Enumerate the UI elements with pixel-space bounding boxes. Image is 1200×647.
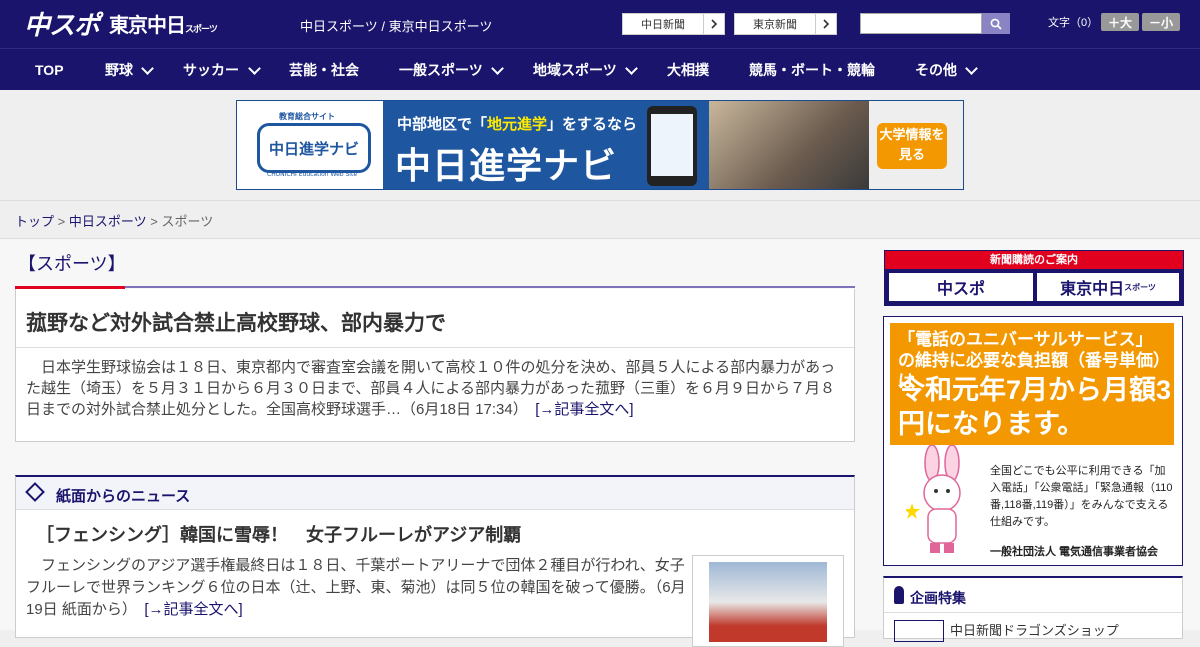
banner-logo: 中日進学ナビ — [257, 123, 371, 173]
paper-news-body: フェンシングのアジア選手権最終日は１８日、千葉ポートアリーナで団体２種目が行われ… — [26, 555, 686, 621]
font-larger-button[interactable]: ＋大 — [1101, 13, 1139, 31]
search-icon — [990, 18, 1002, 30]
ad-organization: 一般社団法人 電気通信事業者協会 — [990, 546, 1159, 558]
paper-news-headline[interactable]: ［フェンシング］韓国に雪辱！ 女子フルーレがアジア制覇 — [36, 521, 521, 547]
font-smaller-button[interactable]: －小 — [1142, 13, 1180, 31]
paper-news-box: 紙面からのニュース ［フェンシング］韓国に雪辱！ 女子フルーレがアジア制覇 フェ… — [15, 475, 855, 647]
chunichi-sports-logo[interactable]: 中スポ — [24, 5, 100, 42]
banner-title: 中日進学ナビ — [395, 145, 618, 186]
article-photo[interactable] — [692, 555, 844, 647]
subscribe-tokyo-chunichi-button[interactable]: 東京中日 スポーツ — [1037, 273, 1179, 301]
banner-tagline: 中部地区で「地元進学」をするなら — [397, 116, 638, 133]
banner-zone: 教育総合サイト 中日進学ナビ CHUNICHI Education Web Si… — [0, 90, 1200, 201]
breadcrumb-chunichi-sports[interactable]: 中日スポーツ — [69, 214, 147, 229]
ribbon-icon — [894, 586, 904, 604]
lead-article-text: 日本学生野球協会は１８日、東京都内で審査室会議を開いて高校１０件の処分を決め、部… — [26, 359, 836, 418]
chevron-down-icon — [491, 62, 504, 75]
search-box — [860, 13, 1010, 34]
read-more-link[interactable]: [→記事全文へ] — [144, 601, 242, 618]
nav-regional-sports[interactable]: 地域スポーツ — [533, 49, 617, 91]
subscription-box: 新聞購読のご案内 中スポ 東京中日 スポーツ — [884, 250, 1184, 306]
paper-news-title: 紙面からのニュース — [56, 488, 191, 505]
tokyo-shimbun-label: 東京新聞 — [753, 19, 797, 31]
dragons-shop-thumbnail[interactable] — [894, 620, 944, 642]
ad-banner-shingaku-navi[interactable]: 教育総合サイト 中日進学ナビ CHUNICHI Education Web Si… — [236, 100, 964, 190]
read-more-link[interactable]: [→記事全文へ] — [535, 401, 633, 418]
chevron-right-icon — [703, 14, 724, 34]
banner-logo-sub: CHUNICHI Education Web Site — [267, 171, 358, 178]
nav-other[interactable]: その他 — [915, 49, 957, 91]
chevron-down-icon — [625, 62, 638, 75]
lead-article-headline[interactable]: 菰野など対外試合禁止高校野球、部内暴力で — [26, 307, 446, 337]
nav-entertainment-society[interactable]: 芸能・社会 — [289, 49, 359, 91]
breadcrumb-separator: > — [150, 214, 158, 229]
chunichi-shimbun-label: 中日新聞 — [641, 19, 685, 31]
phone-image — [647, 106, 697, 186]
main-nav: TOP 野球 サッカー 芸能・社会 一般スポーツ 地域スポーツ 大相撲 競馬・ボ… — [0, 48, 1200, 91]
bunny-mascot-icon — [906, 445, 961, 553]
lead-article: 菰野など対外試合禁止高校野球、部内暴力で 日本学生野球協会は１８日、東京都内で審… — [15, 289, 855, 442]
chunichi-shimbun-link[interactable]: 中日新聞 — [622, 13, 725, 35]
breadcrumb-top[interactable]: トップ — [15, 214, 54, 229]
ad-description: 全国どこでも公平に利用できる「加入電話」「公衆電話」「緊急通報（110番,118… — [990, 465, 1173, 528]
search-button[interactable] — [982, 13, 1010, 34]
breadcrumb: トップ > 中日スポーツ > スポーツ — [15, 211, 213, 230]
tokyo-chunichi-logo[interactable]: 東京中日スポーツ — [109, 9, 218, 38]
banner-cta-button[interactable]: 大学情報を見る — [877, 123, 947, 169]
site-name: 中日スポーツ / 東京中日スポーツ — [300, 19, 493, 34]
tokyo-shimbun-link[interactable]: 東京新聞 — [734, 13, 837, 35]
chevron-down-icon — [141, 62, 154, 75]
nav-general-sports[interactable]: 一般スポーツ — [399, 49, 483, 91]
chevron-down-icon — [965, 62, 978, 75]
banner-logo-caption: 教育総合サイト — [279, 112, 335, 121]
nav-baseball[interactable]: 野球 — [105, 49, 133, 91]
ad-text-2: 令和元年7月から月額3円になります。 — [898, 375, 1172, 439]
chevron-right-icon — [815, 14, 836, 34]
nav-top[interactable]: TOP — [35, 49, 64, 91]
universal-service-ad[interactable]: 「電話のユニバーサルサービス」の維持に必要な負担額（番号単価）は 令和元年7月か… — [883, 316, 1183, 566]
divider — [884, 612, 1182, 613]
breadcrumb-current: スポーツ — [161, 214, 214, 229]
nav-soccer[interactable]: サッカー — [183, 49, 239, 91]
banner-logo-area: 教育総合サイト 中日進学ナビ CHUNICHI Education Web Si… — [237, 101, 383, 189]
search-input[interactable] — [860, 13, 982, 34]
nav-racing[interactable]: 競馬・ボート・競輪 — [749, 49, 875, 91]
special-features-title: 企画特集 — [910, 590, 966, 606]
chevron-down-icon — [248, 62, 261, 75]
subscribe-chunichi-sports-button[interactable]: 中スポ — [889, 273, 1033, 301]
page-title: 【スポーツ】 — [18, 254, 126, 274]
nav-sumo[interactable]: 大相撲 — [667, 49, 709, 91]
top-header: 中スポ 東京中日スポーツ 中日スポーツ / 東京中日スポーツ 中日新聞 東京新聞… — [0, 0, 1200, 48]
lead-article-body: 日本学生野球協会は１８日、東京都内で審査室会議を開いて高校１０件の処分を決め、部… — [26, 357, 844, 420]
title-rule — [125, 286, 855, 288]
students-photo — [709, 101, 869, 189]
subscription-title: 新聞購読のご案内 — [885, 251, 1183, 269]
divider — [16, 347, 854, 348]
banner-cta-area: 大学情報を見る — [869, 101, 963, 189]
breadcrumb-separator: > — [57, 214, 66, 229]
font-size-label: 文字（0） — [1048, 17, 1099, 29]
site-logo[interactable]: 中スポ 東京中日スポーツ — [24, 5, 218, 42]
paper-news-header: 紙面からのニュース — [16, 477, 854, 510]
paper-news-text: フェンシングのアジア選手権最終日は１８日、千葉ポートアリーナで団体２種目が行われ… — [26, 557, 686, 618]
newspaper-icon — [25, 482, 45, 502]
